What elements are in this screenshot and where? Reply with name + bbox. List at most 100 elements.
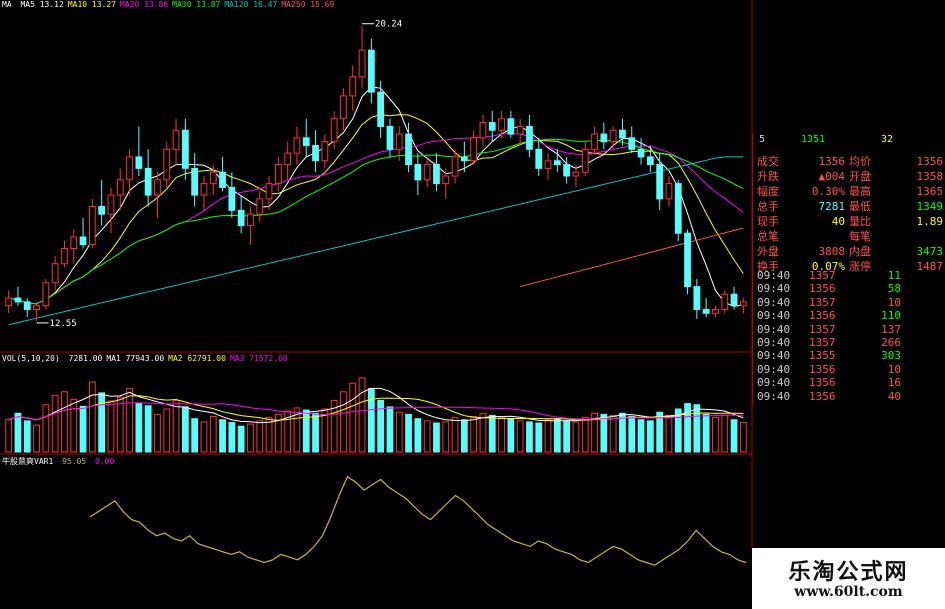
candle xyxy=(42,278,50,310)
volume-legend-item: MA3 71572.00 xyxy=(229,354,288,363)
volume-bar xyxy=(646,420,654,453)
candle-body xyxy=(116,179,124,196)
candle xyxy=(247,206,254,245)
candle-body xyxy=(367,49,375,93)
candle-body xyxy=(42,282,50,307)
candle xyxy=(684,229,691,295)
volume-bar xyxy=(451,417,459,453)
candle xyxy=(51,256,59,291)
indicator-polyline xyxy=(89,475,747,566)
candle-body xyxy=(5,297,13,307)
candle-body xyxy=(349,76,357,97)
tick-volume: 10 xyxy=(887,295,901,309)
volume-bar xyxy=(470,416,478,453)
candle xyxy=(340,88,347,131)
tick-row[interactable]: 09:40 1356 10 xyxy=(753,363,945,377)
tick-row[interactable]: 09:40 1356 58 xyxy=(753,282,945,296)
tick-row[interactable]: 09:40 1357 266 xyxy=(753,336,945,350)
candle xyxy=(200,176,208,211)
quote-value: 1356 xyxy=(916,155,944,168)
candle xyxy=(237,195,245,234)
ma-line-ma5 xyxy=(8,86,744,307)
tick-row[interactable]: 09:40 1355 303 xyxy=(753,349,945,363)
candle xyxy=(628,126,636,154)
volume-bar xyxy=(405,413,412,453)
candle-body xyxy=(563,164,571,177)
quote-label: 总手 xyxy=(757,200,779,213)
volume-legend-item: MA2 62791.00 xyxy=(168,354,226,363)
candle-body xyxy=(674,183,682,234)
volume-bar xyxy=(712,417,719,453)
candle-body xyxy=(470,137,478,162)
candle xyxy=(600,122,608,150)
candle-body xyxy=(405,133,412,166)
tick-price: 1357 xyxy=(809,269,836,282)
tick-row[interactable]: 09:40 1357 137 xyxy=(753,323,945,337)
volume-bar xyxy=(619,412,626,453)
volume-bar xyxy=(349,382,357,453)
quote-value: 1356 xyxy=(818,155,846,168)
candle xyxy=(144,149,152,207)
quote-row: 现手 40 量比 1.89 xyxy=(753,215,945,229)
candle-body xyxy=(702,308,710,314)
volume-bar xyxy=(70,398,78,453)
candle-body xyxy=(284,152,292,166)
low-label: 12.55 xyxy=(50,319,77,329)
volume-bar xyxy=(256,420,264,453)
volume-bar xyxy=(42,404,50,453)
quote-value: 1358 xyxy=(916,170,944,183)
candle xyxy=(739,298,747,314)
candle-body xyxy=(684,232,691,288)
volume-bar xyxy=(237,425,245,453)
candle-body xyxy=(609,129,617,143)
tick-row[interactable]: 09:40 1356 110 xyxy=(753,309,945,323)
volume-bar xyxy=(107,400,115,453)
quote-label: 量比 xyxy=(849,215,871,228)
tick-price: 1357 xyxy=(809,336,836,349)
candle-body xyxy=(739,301,747,307)
quote-row: 幅度 0.30% 最高 1365 xyxy=(753,185,945,199)
candle-body xyxy=(98,206,106,215)
candle-body xyxy=(414,164,422,181)
tick-row[interactable]: 09:40 1356 40 xyxy=(753,390,945,404)
candle xyxy=(386,118,394,157)
tick-row[interactable]: 09:40 1356 16 xyxy=(753,376,945,390)
legend-item-ma20: MA20 13.86 xyxy=(120,0,169,9)
volume-legend-title: VOL(5,10,20) xyxy=(2,354,60,363)
tick-row[interactable]: 09:40 1357 10 xyxy=(753,296,945,310)
volume-legend-items: 7281.00 MA1 77943.00 MA2 62791.00 MA3 71572… xyxy=(69,354,292,363)
quote-label: 最高 xyxy=(849,185,871,198)
candle-body xyxy=(591,133,598,150)
volume-bar xyxy=(33,424,40,453)
volume-bar xyxy=(488,414,496,453)
volume-bar xyxy=(609,414,617,453)
candle-body xyxy=(395,133,403,150)
tick-time: 09:40 xyxy=(757,322,791,336)
candle xyxy=(172,118,180,165)
candle-body xyxy=(14,297,22,303)
volume-bar xyxy=(61,391,68,453)
volume-legend-item: MA1 77943.00 xyxy=(106,354,165,363)
candle xyxy=(107,187,115,234)
candle-body xyxy=(721,293,729,310)
candle xyxy=(526,114,533,157)
volume-bar xyxy=(163,408,171,453)
candle-body xyxy=(340,95,347,120)
candle xyxy=(219,156,226,192)
tick-time: 09:40 xyxy=(757,282,791,296)
volume-bar xyxy=(386,406,394,453)
candle xyxy=(349,65,357,112)
candle xyxy=(5,290,13,314)
volume-bar xyxy=(181,406,189,453)
indicator-legend-title: 牛股鼎爽VAR1 xyxy=(2,457,54,466)
tick-price: 1356 xyxy=(809,362,836,376)
candle-body xyxy=(88,206,96,246)
candle xyxy=(88,198,96,249)
quote-value: ▲004 xyxy=(818,170,846,183)
candle xyxy=(507,111,515,138)
candle-body xyxy=(600,133,608,143)
tick-row[interactable]: 09:40 1357 11 xyxy=(753,269,945,283)
volume-bar xyxy=(498,417,505,453)
quote-label: 幅度 xyxy=(757,185,779,198)
volume-bar xyxy=(665,414,673,453)
